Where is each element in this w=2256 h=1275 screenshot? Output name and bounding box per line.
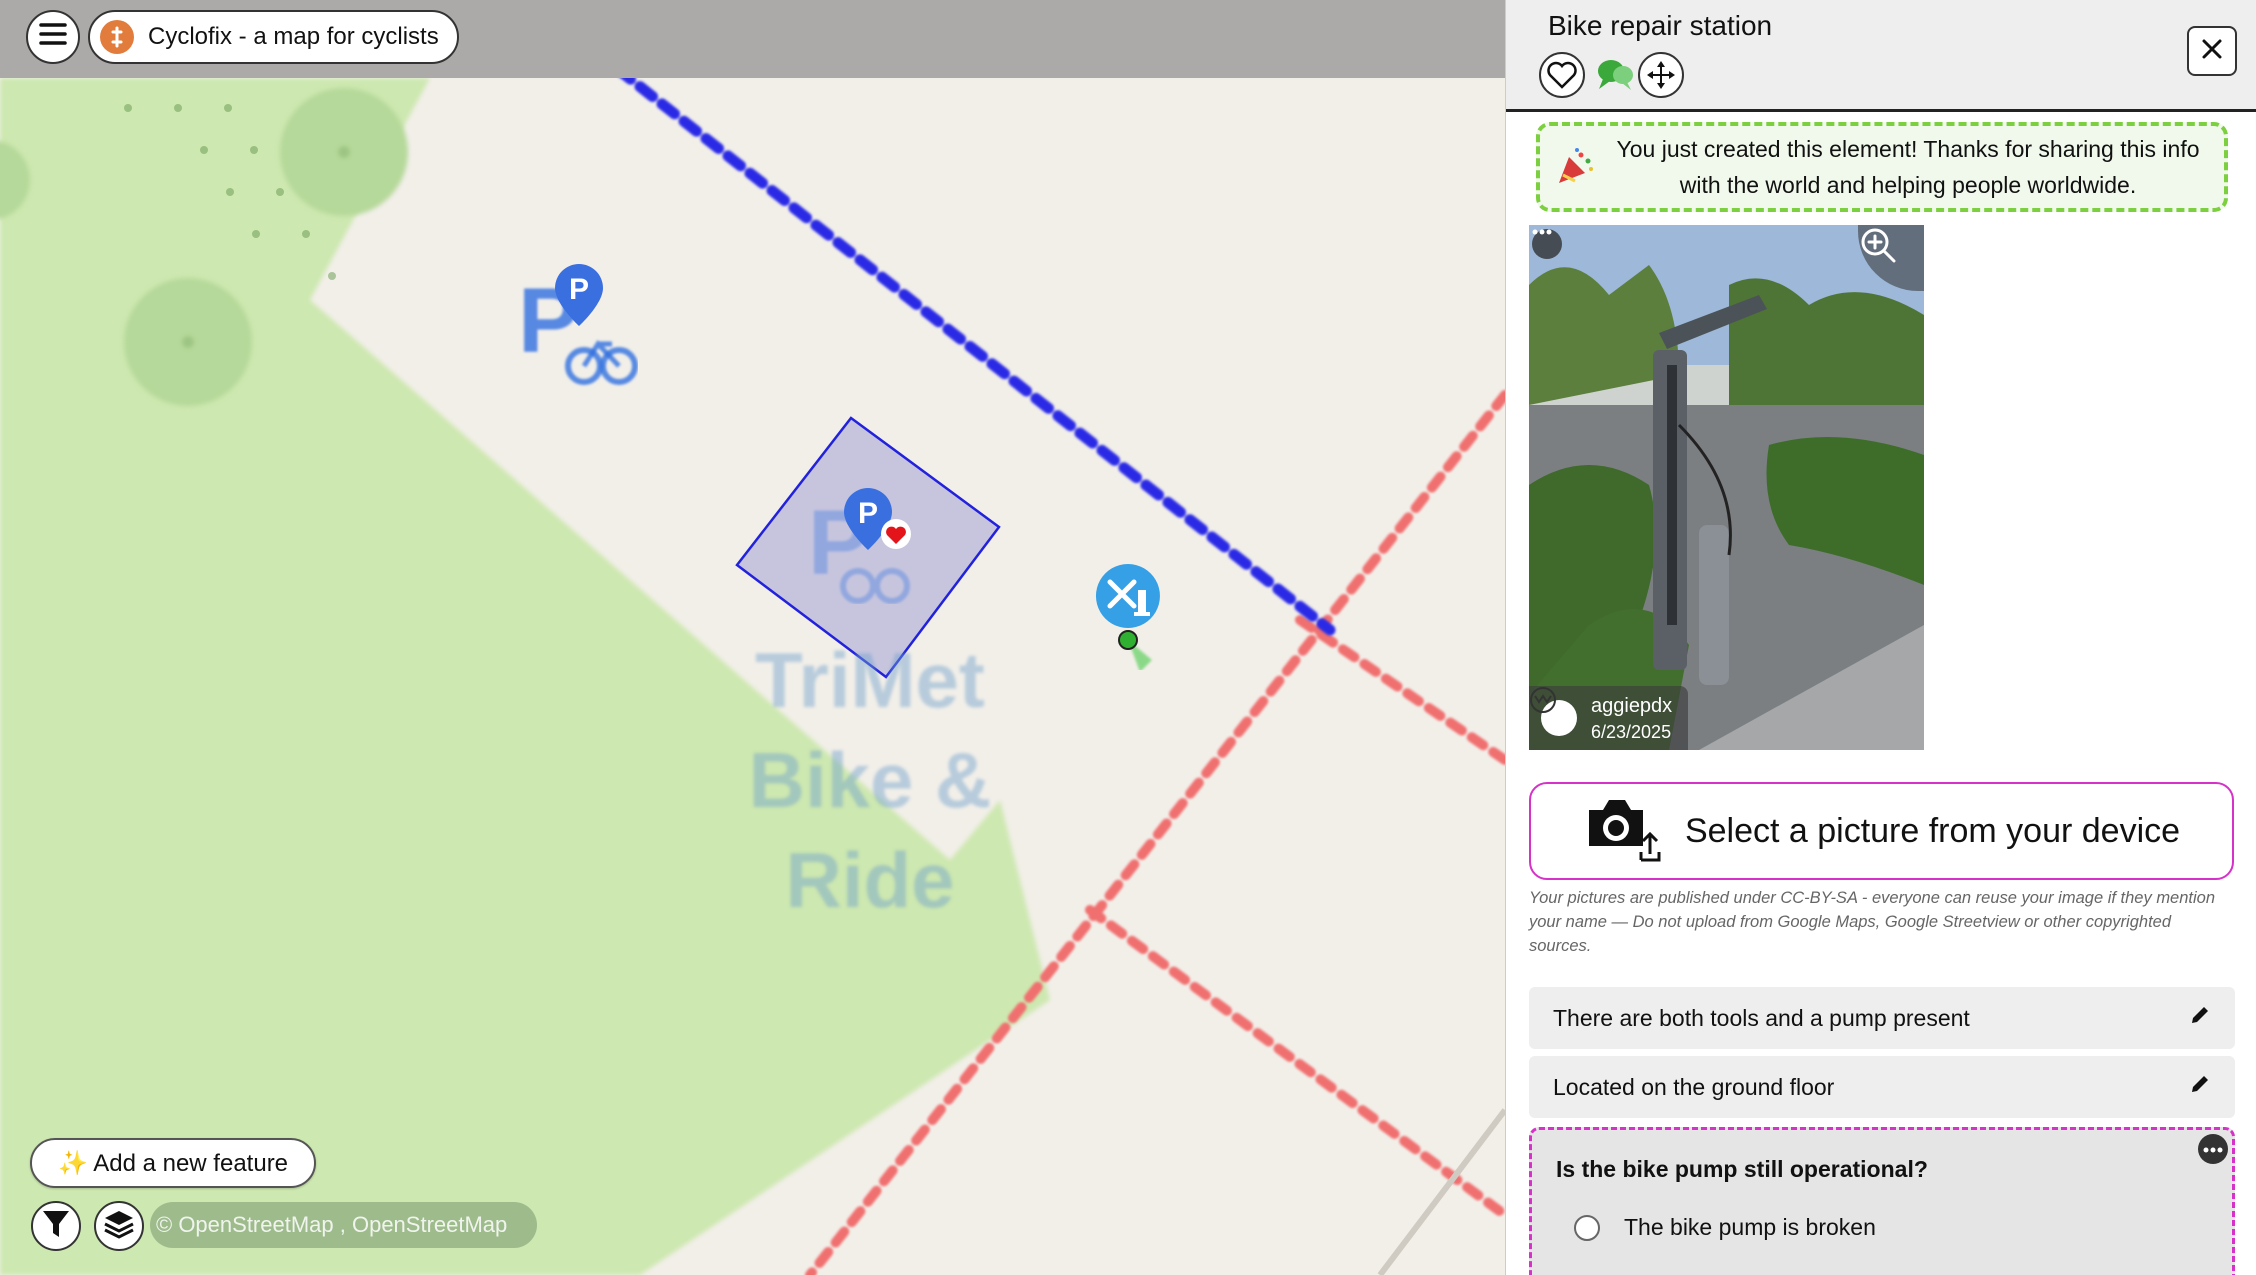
map-label-line: TriMet [755, 636, 985, 724]
more-icon [2203, 1140, 2223, 1158]
avatar [1530, 687, 1577, 736]
pencil-icon[interactable] [2189, 1004, 2211, 1032]
answer-text: Located on the ground floor [1553, 1073, 1835, 1100]
move-icon[interactable] [1638, 52, 1684, 98]
attribution-text: © OpenStreetMap , OpenStreetMap [156, 1212, 508, 1237]
thanks-text: You just created this element! Thanks fo… [1616, 136, 2200, 198]
heart-icon[interactable] [1539, 52, 1585, 98]
filter-button[interactable] [31, 1201, 81, 1251]
app-title-button[interactable]: Cyclofix - a map for cyclists [88, 10, 459, 64]
license-notice: Your pictures are published under CC-BY-… [1529, 889, 2216, 955]
add-feature-button[interactable]: ✨ Add a new feature [30, 1138, 317, 1188]
question-more-button[interactable] [2198, 1134, 2228, 1164]
panel-header: Bike repair station [1506, 0, 2256, 112]
feature-photo[interactable]: aggiepdx 6/23/2025 [1529, 225, 1924, 750]
map-label-line: Ride [785, 836, 955, 924]
cyclofix-logo-icon [100, 20, 134, 54]
add-feature-label: ✨ Add a new feature [58, 1149, 289, 1177]
close-icon [2201, 38, 2223, 65]
upload-picture-button[interactable]: Select a picture from your device [1529, 782, 2234, 880]
app-window: TriMet Bike & Ride P P P P Cyclofix - a … [0, 0, 2256, 1275]
thanks-message: You just created this element! Thanks fo… [1536, 122, 2228, 212]
close-button[interactable] [2187, 26, 2237, 76]
map-label-line: Bike & [748, 736, 992, 824]
svg-text:P: P [858, 497, 878, 530]
answer-tools-pump[interactable]: There are both tools and a pump present [1529, 987, 2235, 1049]
speech-bubble-icon[interactable] [1592, 52, 1638, 98]
feature-panel: Bike repair station You just created thi… [1505, 0, 2256, 1275]
radio-option-label: The bike pump is broken [1624, 1214, 1876, 1240]
pencil-icon[interactable] [2189, 1073, 2211, 1101]
photo-author[interactable]: aggiepdx [1591, 692, 1672, 720]
map-view[interactable]: TriMet Bike & Ride P P P P Cyclofix - a … [0, 0, 1505, 1275]
radio-option-pump-broken[interactable]: The bike pump is broken [1574, 1214, 1876, 1241]
bicycle-parking-favourite-icon[interactable]: P P [808, 484, 918, 604]
panel-title: Bike repair station [1548, 10, 1773, 41]
camera-upload-icon [1583, 796, 1663, 867]
menu-button[interactable] [26, 10, 80, 64]
bike-repair-station-icon[interactable] [1090, 560, 1170, 672]
map-attribution[interactable]: © OpenStreetMap , OpenStreetMap [150, 1202, 538, 1248]
svg-text:P: P [569, 273, 589, 306]
photo-credit-text: aggiepdx 6/23/2025 [1591, 692, 1672, 744]
photo-more-button[interactable] [1532, 229, 1562, 259]
answer-floor[interactable]: Located on the ground floor [1529, 1056, 2235, 1118]
answer-text: There are both tools and a pump present [1553, 1004, 1970, 1031]
radio-button[interactable] [1574, 1214, 1600, 1241]
photo-date: 6/23/2025 [1591, 722, 1672, 742]
layers-icon [103, 1208, 135, 1245]
photo-credit: aggiepdx 6/23/2025 [1529, 686, 1689, 750]
layers-button[interactable] [94, 1201, 144, 1251]
hamburger-icon [39, 22, 67, 53]
app-title: Cyclofix - a map for cyclists [148, 23, 439, 50]
party-popper-icon [1540, 147, 1610, 187]
bicycle-parking-icon[interactable]: P P [518, 262, 638, 390]
filter-icon [41, 1208, 71, 1245]
question-text: Is the bike pump still operational? [1556, 1156, 1928, 1182]
upload-picture-label: Select a picture from your device [1684, 811, 2181, 850]
map-area-label: TriMet Bike & Ride [720, 630, 1020, 930]
question-pump-operational: Is the bike pump still operational? The … [1529, 1127, 2235, 1275]
